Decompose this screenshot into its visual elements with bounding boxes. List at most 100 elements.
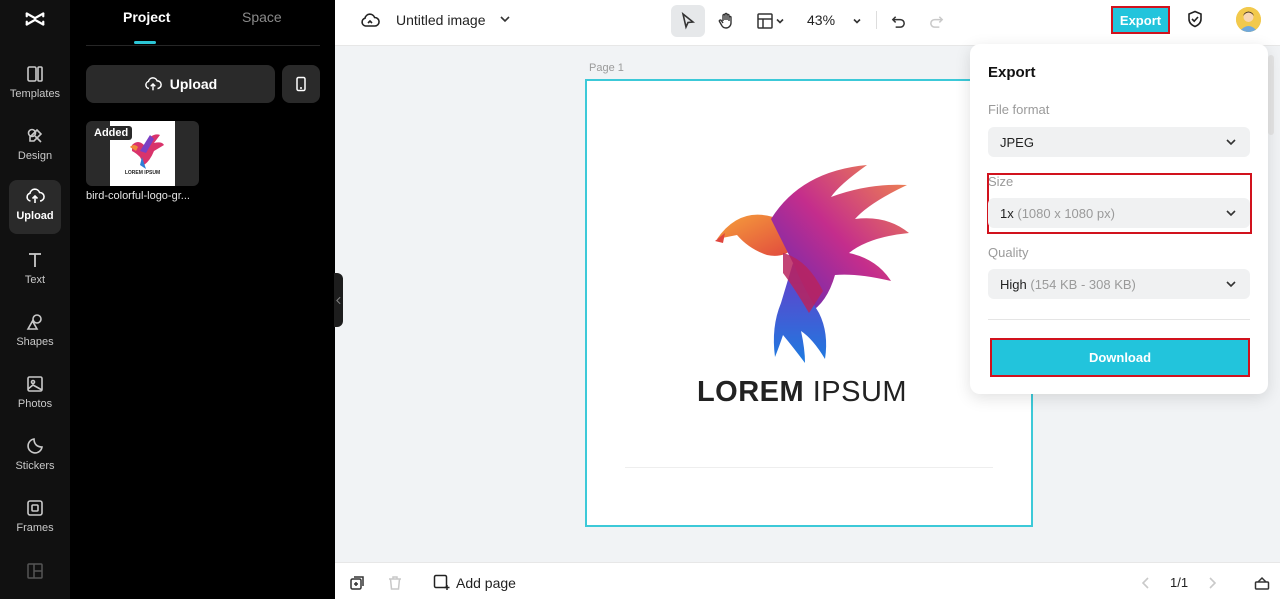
chevron-down-icon xyxy=(1226,281,1236,288)
tab-underline xyxy=(134,41,156,44)
page-counter: 1/1 xyxy=(1170,575,1189,590)
shield-icon[interactable] xyxy=(1186,10,1204,28)
rail-item-photos[interactable]: Photos xyxy=(9,368,61,422)
chevron-down-icon xyxy=(776,18,784,24)
cloud-save-icon[interactable] xyxy=(360,11,380,31)
file-format-value: JPEG xyxy=(1000,134,1034,150)
size-detail: (1080 x 1080 px) xyxy=(1017,205,1115,221)
size-value: 1x xyxy=(1000,205,1014,221)
hand-icon xyxy=(718,12,732,29)
logo-text-bold: LOREM xyxy=(696,376,805,408)
zoom-level[interactable]: 43% xyxy=(807,12,835,28)
redo-icon xyxy=(929,15,943,28)
shapes-icon xyxy=(26,314,42,330)
next-page-icon[interactable] xyxy=(1204,575,1220,591)
size-value-group: 1x (1080 x 1080 px) xyxy=(1000,206,1115,221)
rail-item-stickers[interactable]: Stickers xyxy=(9,430,61,484)
export-button[interactable]: Export xyxy=(1111,6,1170,34)
prev-page-icon[interactable] xyxy=(1138,575,1154,591)
layout-icon[interactable] xyxy=(26,562,44,580)
logo-text-light: IPSUM xyxy=(812,376,908,408)
rail-item-shapes[interactable]: Shapes xyxy=(9,306,61,360)
upload-button[interactable]: Upload xyxy=(86,65,275,103)
tab-space[interactable]: Space xyxy=(242,9,282,25)
expand-pages-icon[interactable] xyxy=(1254,575,1270,591)
toolbar-divider xyxy=(876,11,877,29)
templates-icon xyxy=(27,66,43,82)
duplicate-page-icon[interactable] xyxy=(349,575,365,591)
page-guide-line xyxy=(625,467,993,468)
file-format-label: File format xyxy=(988,102,1050,117)
rail-label: Templates xyxy=(9,88,61,100)
rail-label: Stickers xyxy=(15,460,55,472)
phone-icon xyxy=(296,76,306,92)
export-divider xyxy=(988,319,1250,320)
avatar[interactable] xyxy=(1236,7,1261,32)
left-rail: Templates Design Upload Text Shapes Phot… xyxy=(0,0,70,599)
chevron-down-icon xyxy=(1226,139,1236,146)
select-tool-button[interactable] xyxy=(671,5,705,37)
document-title[interactable]: Untitled image xyxy=(396,12,486,28)
asset-card[interactable]: LOREM IPSUM Added xyxy=(86,121,199,186)
undo-button[interactable] xyxy=(887,5,909,37)
cursor-arrow-icon xyxy=(681,12,696,30)
photos-icon xyxy=(27,376,43,392)
stickers-icon xyxy=(27,438,43,454)
tab-project[interactable]: Project xyxy=(123,9,170,25)
rail-label: Text xyxy=(24,274,46,286)
logo-wordmark[interactable]: LOREM IPSUM xyxy=(587,376,1017,409)
rail-label: Upload xyxy=(16,210,54,222)
svg-text:LOREM IPSUM: LOREM IPSUM xyxy=(125,170,160,176)
canvas-page[interactable]: LOREM IPSUM xyxy=(585,79,1033,527)
bottom-toolbar: Add page 1/1 xyxy=(335,562,1280,599)
quality-value: High xyxy=(1000,276,1027,292)
rail-item-frames[interactable]: Frames xyxy=(9,492,61,546)
chevron-left-icon xyxy=(336,296,341,304)
hand-tool-button[interactable] xyxy=(709,5,743,37)
rail-item-text[interactable]: Text xyxy=(9,244,61,298)
added-badge: Added xyxy=(90,126,133,140)
text-icon xyxy=(29,253,41,267)
bird-logo-image[interactable] xyxy=(709,163,919,368)
quality-detail: (154 KB - 308 KB) xyxy=(1030,276,1136,292)
quality-select[interactable]: High (154 KB - 308 KB) xyxy=(988,269,1250,299)
rail-item-design[interactable]: Design xyxy=(9,120,61,174)
quality-label: Quality xyxy=(988,245,1029,260)
rail-item-templates[interactable]: Templates xyxy=(9,58,61,112)
page-label: Page 1 xyxy=(589,62,624,74)
rail-item-upload[interactable]: Upload xyxy=(9,180,61,234)
add-page-label: Add page xyxy=(456,574,516,591)
rail-label: Shapes xyxy=(16,336,54,348)
layout-dropdown-button[interactable] xyxy=(751,5,791,37)
export-panel: Export File format JPEG Size 1x (1080 x … xyxy=(970,44,1268,394)
trash-icon[interactable] xyxy=(387,575,403,591)
add-page-icon xyxy=(433,574,450,590)
quality-value-group: High (154 KB - 308 KB) xyxy=(1000,277,1136,292)
redo-button[interactable] xyxy=(925,5,947,37)
rail-label: Photos xyxy=(17,398,53,410)
chevron-down-icon xyxy=(853,18,861,24)
undo-icon xyxy=(891,15,905,28)
file-format-select[interactable]: JPEG xyxy=(988,127,1250,157)
size-select[interactable]: 1x (1080 x 1080 px) xyxy=(988,198,1250,228)
chevron-down-icon xyxy=(1226,210,1236,217)
add-page-button[interactable]: Add page xyxy=(433,574,516,591)
vertical-scrollbar[interactable] xyxy=(1268,55,1274,135)
panel-tabs: Project Space xyxy=(86,0,320,46)
download-button[interactable]: Download xyxy=(990,338,1250,377)
rail-label: Design xyxy=(17,150,53,162)
chevron-down-icon[interactable] xyxy=(498,12,512,26)
zoom-dropdown-button[interactable] xyxy=(849,5,865,37)
layout-icon xyxy=(757,13,773,29)
size-label: Size xyxy=(988,174,1014,189)
design-icon xyxy=(27,128,43,143)
rail-label: Frames xyxy=(16,522,54,534)
collapse-panel-handle[interactable] xyxy=(334,273,343,327)
asset-panel: Project Space Upload LOREM IPSUM Added b… xyxy=(70,0,335,599)
upload-cloud-icon xyxy=(26,188,45,203)
mobile-upload-button[interactable] xyxy=(282,65,320,103)
asset-filename: bird-colorful-logo-gr... xyxy=(86,190,190,202)
top-toolbar: Untitled image 43% Export xyxy=(335,0,1280,46)
capcut-logo-icon[interactable] xyxy=(24,8,46,30)
upload-cloud-icon xyxy=(144,77,162,91)
